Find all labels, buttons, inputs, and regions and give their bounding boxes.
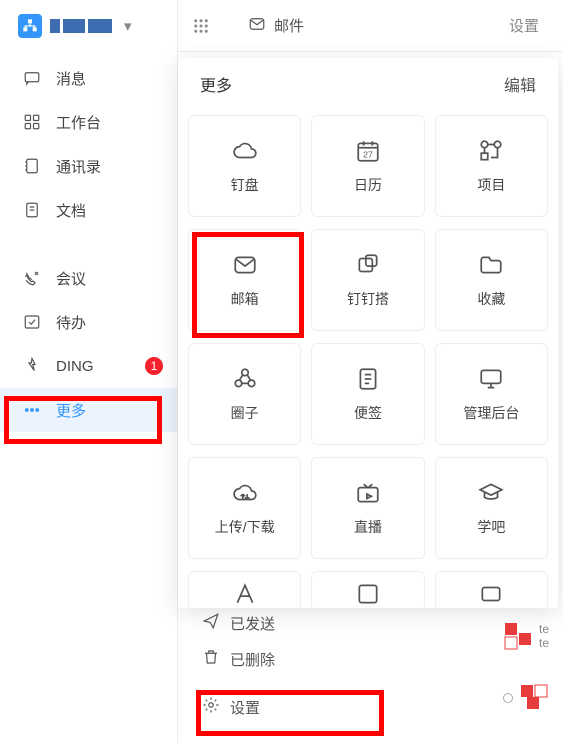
tile-partial[interactable] — [435, 571, 548, 608]
sidebar-item-label: 文档 — [56, 200, 177, 221]
ding-icon — [22, 357, 42, 375]
mail-item[interactable] — [503, 670, 563, 726]
folder-label: 已删除 — [230, 649, 275, 670]
sidebar-item-label: 工作台 — [56, 112, 177, 133]
tile-label: 钉盘 — [231, 175, 259, 195]
meeting-icon — [22, 269, 42, 287]
cloud-icon — [231, 137, 259, 165]
sidebar-item-messages[interactable]: 消息 — [0, 56, 177, 100]
tile-label: 管理后台 — [463, 403, 519, 423]
gear-icon — [202, 696, 220, 718]
sidebar-item-docs[interactable]: 文档 — [0, 188, 177, 232]
unknown-icon — [354, 580, 382, 608]
tile-label: 圈子 — [231, 403, 259, 423]
sidebar-item-meeting[interactable]: 会议 — [0, 256, 177, 300]
tile-circles[interactable]: 圈子 — [188, 343, 301, 445]
tile-live[interactable]: 直播 — [311, 457, 424, 559]
trash-icon — [202, 648, 220, 670]
todo-icon — [22, 313, 42, 331]
more-panel-grid: 钉盘 27 日历 项目 邮箱 钉钉搭 收藏 圈子 便签 — [178, 111, 558, 608]
tile-mailbox[interactable]: 邮箱 — [188, 229, 301, 331]
builder-icon — [354, 251, 382, 279]
tile-label: 直播 — [354, 517, 382, 537]
sidebar-item-todo[interactable]: 待办 — [0, 300, 177, 344]
more-panel: 更多 编辑 钉盘 27 日历 项目 邮箱 钉钉搭 收藏 — [178, 58, 558, 608]
edit-button[interactable]: 编辑 — [504, 72, 536, 96]
tile-label: 邮箱 — [231, 289, 259, 309]
badge-count: 1 — [145, 357, 163, 375]
tile-notes[interactable]: 便签 — [311, 343, 424, 445]
sidebar-item-label: 通讯录 — [56, 156, 177, 177]
tile-label: 日历 — [354, 175, 382, 195]
contacts-icon — [22, 157, 42, 175]
apps-icon — [22, 113, 42, 131]
tile-partial[interactable] — [311, 571, 424, 608]
mail-item-text: te — [539, 622, 549, 636]
tile-partial[interactable] — [188, 571, 301, 608]
chevron-down-icon: ▾ — [124, 17, 132, 35]
tile-calendar[interactable]: 27 日历 — [311, 115, 424, 217]
tab-label: 设置 — [509, 15, 539, 36]
mail-item-text: te — [539, 636, 549, 650]
mail-item[interactable]: te te — [503, 608, 563, 664]
tile-dingpan[interactable]: 钉盘 — [188, 115, 301, 217]
tab-settings[interactable]: 设置 — [485, 0, 563, 51]
note-icon — [354, 365, 382, 393]
org-name — [50, 19, 112, 33]
sent-icon — [202, 612, 220, 634]
svg-text:27: 27 — [363, 149, 373, 159]
mail-list-preview: te te — [503, 608, 563, 726]
sidebar-item-workbench[interactable]: 工作台 — [0, 100, 177, 144]
org-switcher[interactable]: ▾ — [0, 0, 177, 52]
unknown-icon — [477, 580, 505, 608]
org-icon — [18, 14, 42, 38]
sidebar: ▾ 消息 工作台 通讯录 文档 会议 — [0, 0, 178, 743]
unknown-icon — [231, 580, 259, 608]
app-grid-button[interactable] — [178, 17, 224, 35]
monitor-icon — [477, 365, 505, 393]
mail-icon — [248, 15, 266, 37]
tile-label: 学吧 — [477, 517, 505, 537]
folder-icon — [477, 251, 505, 279]
folder-label: 已发送 — [230, 613, 275, 634]
learn-icon — [477, 479, 505, 507]
live-icon — [354, 479, 382, 507]
tab-label: 邮件 — [274, 15, 304, 36]
chat-icon — [22, 69, 42, 87]
circle-icon — [231, 365, 259, 393]
tile-dingda[interactable]: 钉钉搭 — [311, 229, 424, 331]
tile-favorites[interactable]: 收藏 — [435, 229, 548, 331]
sidebar-item-label: 消息 — [56, 68, 177, 89]
tile-label: 项目 — [477, 175, 505, 195]
tile-label: 上传/下载 — [215, 517, 275, 537]
more-icon — [22, 401, 42, 419]
sidebar-list: 消息 工作台 通讯录 文档 会议 待办 — [0, 52, 177, 743]
tile-learn[interactable]: 学吧 — [435, 457, 548, 559]
more-panel-title: 更多 — [200, 72, 232, 96]
sidebar-item-label: DING — [56, 358, 131, 375]
tile-admin[interactable]: 管理后台 — [435, 343, 548, 445]
sidebar-item-label: 会议 — [56, 268, 177, 289]
tile-label: 钉钉搭 — [347, 289, 389, 309]
sidebar-item-label: 更多 — [56, 400, 177, 421]
mail-icon — [231, 251, 259, 279]
unread-dot-icon — [503, 693, 513, 703]
sidebar-item-label: 待办 — [56, 312, 177, 333]
project-icon — [477, 137, 505, 165]
tab-mail[interactable]: 邮件 — [224, 0, 328, 51]
calendar-icon: 27 — [354, 137, 382, 165]
tile-upload-download[interactable]: 上传/下载 — [188, 457, 301, 559]
app-icon — [503, 621, 533, 651]
tile-label: 收藏 — [477, 289, 505, 309]
app-icon — [519, 683, 549, 713]
sidebar-item-ding[interactable]: DING 1 — [0, 344, 177, 388]
sidebar-item-contacts[interactable]: 通讯录 — [0, 144, 177, 188]
sidebar-item-more[interactable]: 更多 — [0, 388, 177, 432]
topbar: 邮件 设置 — [178, 0, 563, 52]
doc-icon — [22, 201, 42, 219]
tile-project[interactable]: 项目 — [435, 115, 548, 217]
folder-label: 设置 — [230, 697, 260, 718]
tile-label: 便签 — [354, 403, 382, 423]
cloud-updown-icon — [231, 479, 259, 507]
